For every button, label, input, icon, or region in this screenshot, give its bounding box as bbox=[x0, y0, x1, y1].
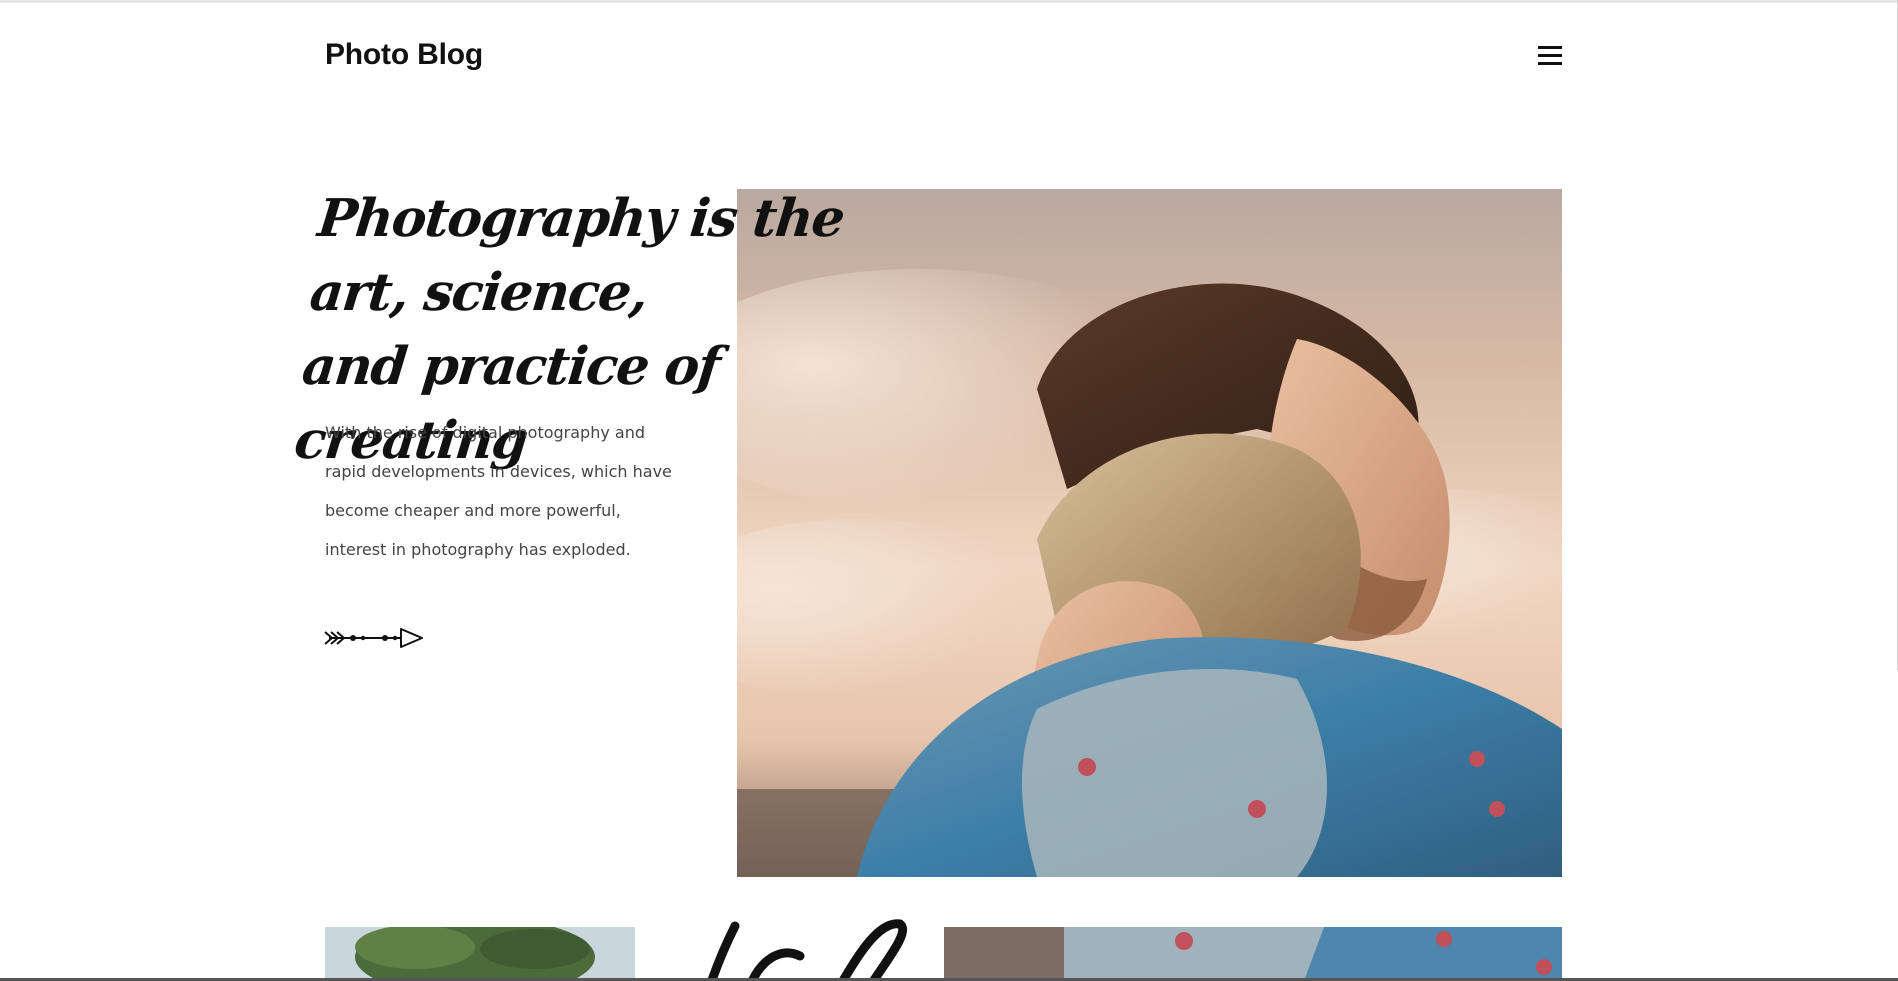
tree-thumbnail-photo[interactable] bbox=[325, 927, 635, 981]
denim-jacket-thumbnail-photo[interactable] bbox=[944, 927, 1562, 981]
page: Photo Blog Photography is the art, scien… bbox=[0, 0, 1898, 981]
site-brand[interactable]: Photo Blog bbox=[325, 38, 483, 72]
decorative-arrow-icon[interactable] bbox=[323, 625, 425, 651]
script-decoration bbox=[690, 916, 920, 978]
hero-description: With the rise of digital photography and… bbox=[325, 423, 672, 559]
top-divider bbox=[0, 0, 1898, 3]
headline-line-1: Photography is the art, science, bbox=[307, 188, 847, 323]
hamburger-menu-icon[interactable] bbox=[1538, 46, 1562, 66]
